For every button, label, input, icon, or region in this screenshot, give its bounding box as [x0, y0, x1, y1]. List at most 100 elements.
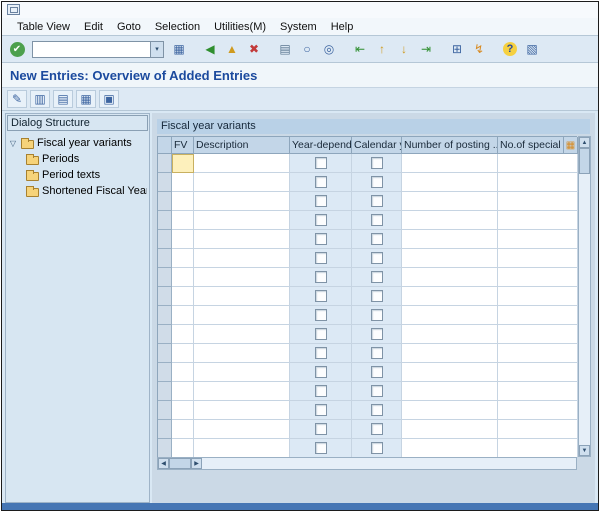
special-periods-cell[interactable] [498, 249, 578, 268]
posting-periods-cell[interactable] [402, 439, 498, 458]
fv-cell[interactable] [172, 268, 194, 287]
customize-layout-icon[interactable]: ▧ [522, 39, 542, 59]
description-cell[interactable] [194, 154, 290, 173]
find-icon[interactable]: ○ [297, 39, 317, 59]
row-selector[interactable] [158, 344, 172, 363]
special-periods-cell[interactable] [498, 344, 578, 363]
calendar-yr-checkbox[interactable] [371, 366, 383, 378]
row-selector[interactable] [158, 439, 172, 458]
fv-cell[interactable] [172, 192, 194, 211]
row-selector[interactable] [158, 306, 172, 325]
menu-item[interactable]: Selection [148, 19, 207, 35]
year-dependent-checkbox[interactable] [315, 271, 327, 283]
calendar-yr-checkbox[interactable] [371, 328, 383, 340]
fv-cell[interactable] [172, 382, 194, 401]
year-dependent-checkbox[interactable] [315, 233, 327, 245]
posting-periods-cell[interactable] [402, 211, 498, 230]
row-selector[interactable] [158, 192, 172, 211]
tree-node-label[interactable]: Fiscal year variants [37, 137, 132, 149]
calendar-yr-checkbox[interactable] [371, 157, 383, 169]
enter-button[interactable]: ✔ [7, 39, 27, 59]
tree-expander-icon[interactable]: ▽ [8, 139, 18, 148]
calendar-yr-checkbox[interactable] [371, 309, 383, 321]
header-selector-column[interactable] [158, 137, 172, 154]
calendar-yr-checkbox[interactable] [371, 214, 383, 226]
tree-node[interactable]: Period texts [8, 167, 147, 183]
calendar-yr-checkbox[interactable] [371, 442, 383, 454]
row-selector[interactable] [158, 382, 172, 401]
calendar-yr-checkbox[interactable] [371, 195, 383, 207]
calendar-yr-checkbox[interactable] [371, 423, 383, 435]
last-page-icon[interactable]: ⇥ [416, 39, 436, 59]
new-session-icon[interactable]: ⊞ [447, 39, 467, 59]
scroll-up-icon[interactable]: ▲ [579, 137, 590, 148]
year-dependent-checkbox[interactable] [315, 309, 327, 321]
fv-cell[interactable] [172, 420, 194, 439]
description-cell[interactable] [194, 382, 290, 401]
menu-item[interactable]: Help [324, 19, 361, 35]
year-dependent-checkbox[interactable] [315, 290, 327, 302]
posting-periods-cell[interactable] [402, 230, 498, 249]
year-dependent-checkbox[interactable] [315, 252, 327, 264]
tree-node-fiscal-year-variants[interactable]: ▽ Fiscal year variants [8, 135, 147, 151]
year-dependent-checkbox[interactable] [315, 195, 327, 207]
year-dependent-checkbox[interactable] [315, 347, 327, 359]
change-display-icon[interactable]: ✎ [7, 90, 27, 108]
horizontal-scrollbar[interactable]: ◀ ▶ [157, 457, 577, 470]
calendar-yr-checkbox[interactable] [371, 347, 383, 359]
special-periods-cell[interactable] [498, 363, 578, 382]
posting-periods-cell[interactable] [402, 268, 498, 287]
header-posting-periods[interactable]: Number of posting ... [402, 137, 498, 154]
row-selector[interactable] [158, 173, 172, 192]
posting-periods-cell[interactable] [402, 420, 498, 439]
year-dependent-checkbox[interactable] [315, 157, 327, 169]
year-dependent-checkbox[interactable] [315, 366, 327, 378]
fv-cell[interactable] [172, 249, 194, 268]
description-cell[interactable] [194, 325, 290, 344]
special-periods-cell[interactable] [498, 173, 578, 192]
fv-cell[interactable] [172, 211, 194, 230]
posting-periods-cell[interactable] [402, 401, 498, 420]
copy-as-icon[interactable]: ▥ [30, 90, 50, 108]
posting-periods-cell[interactable] [402, 192, 498, 211]
description-cell[interactable] [194, 363, 290, 382]
header-calendar-yr[interactable]: Calendar yr [352, 137, 402, 154]
tree-node[interactable]: Periods [8, 151, 147, 167]
create-shortcut-icon[interactable]: ↯ [469, 39, 489, 59]
posting-periods-cell[interactable] [402, 344, 498, 363]
fv-cell[interactable] [172, 306, 194, 325]
posting-periods-cell[interactable] [402, 306, 498, 325]
command-history-dropdown-icon[interactable]: ▾ [150, 41, 164, 58]
description-cell[interactable] [194, 268, 290, 287]
row-selector[interactable] [158, 249, 172, 268]
print-icon[interactable]: ▤ [275, 39, 295, 59]
posting-periods-cell[interactable] [402, 363, 498, 382]
special-periods-cell[interactable] [498, 401, 578, 420]
description-cell[interactable] [194, 211, 290, 230]
row-selector[interactable] [158, 420, 172, 439]
system-menu-icon[interactable] [7, 4, 20, 15]
back-icon[interactable]: ◀ [200, 39, 220, 59]
year-dependent-checkbox[interactable] [315, 404, 327, 416]
row-selector[interactable] [158, 325, 172, 344]
select-all-icon[interactable]: ▦ [76, 90, 96, 108]
description-cell[interactable] [194, 420, 290, 439]
calendar-yr-checkbox[interactable] [371, 271, 383, 283]
previous-page-icon[interactable]: ↑ [372, 39, 392, 59]
menu-item[interactable]: System [273, 19, 324, 35]
fv-cell[interactable] [172, 325, 194, 344]
delete-entry-icon[interactable]: ▤ [53, 90, 73, 108]
save-icon[interactable]: ▦ [169, 39, 189, 59]
header-description[interactable]: Description [194, 137, 290, 154]
year-dependent-checkbox[interactable] [315, 423, 327, 435]
posting-periods-cell[interactable] [402, 154, 498, 173]
scroll-left-icon[interactable]: ◀ [158, 458, 169, 469]
special-periods-cell[interactable] [498, 230, 578, 249]
posting-periods-cell[interactable] [402, 173, 498, 192]
special-periods-cell[interactable] [498, 287, 578, 306]
help-icon[interactable]: ? [500, 39, 520, 59]
menu-item[interactable]: Utilities(M) [207, 19, 273, 35]
calendar-yr-checkbox[interactable] [371, 385, 383, 397]
row-selector[interactable] [158, 401, 172, 420]
header-special-periods[interactable]: No.of special peri... [498, 137, 564, 154]
